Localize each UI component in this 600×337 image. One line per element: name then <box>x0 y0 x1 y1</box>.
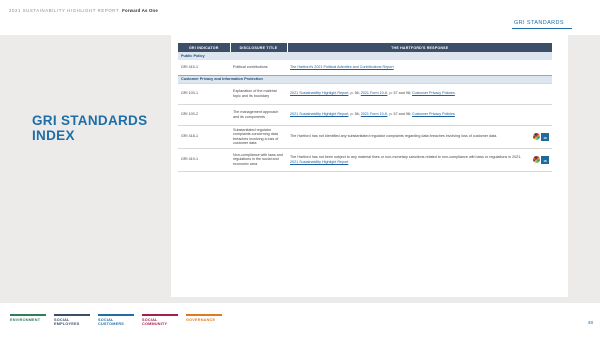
response-cell: The Hartford has not been subject to any… <box>287 148 552 172</box>
group-row-customer-privacy: Customer Privacy and Information Protect… <box>178 75 552 84</box>
nav-environment[interactable]: ENVIRONMENT <box>10 314 46 327</box>
column-header: DISCLOSURE TITLE <box>230 43 288 52</box>
response-text: The Hartford has not been subject to any… <box>290 155 522 159</box>
sdg-badges: 16 <box>533 155 549 164</box>
indicator-cell: GRI 103-1 <box>178 83 230 105</box>
response-text: , p. 57 and 98; <box>387 91 412 96</box>
footer-section-nav: ENVIRONMENT SOCIAL EMPLOYEES SOCIAL CUST… <box>10 314 222 327</box>
response-link[interactable]: 2021 Sustainability Highlight Report <box>290 91 348 95</box>
indicator-cell: GRI 415-1 <box>178 60 230 76</box>
nav-color-bar <box>186 314 222 316</box>
response-link[interactable]: The Hartford's 2021 Political Activities… <box>290 65 394 69</box>
nav-color-bar <box>98 314 134 316</box>
table-row: GRI 103-1 Explanation of the material to… <box>178 83 552 105</box>
page-title-line2: INDEX <box>32 128 75 143</box>
response-link[interactable]: Customer Privacy Policies <box>412 112 455 116</box>
table-row: GRI 415-1 Political contributions The Ha… <box>178 60 552 76</box>
group-row-public-policy: Public Policy <box>178 52 552 60</box>
nav-color-bar <box>10 314 46 316</box>
title-cell: Non-compliance with laws and regulations… <box>230 148 287 172</box>
sdg-wheel-icon <box>533 156 540 163</box>
response-cell: The Hartford's 2021 Political Activities… <box>287 60 552 76</box>
sdg-16-icon: 16 <box>541 132 549 141</box>
page-number: 48 <box>587 321 593 326</box>
title-cell: Explanation of the material topic and it… <box>230 83 287 105</box>
column-header: THE HARTFORD'S RESPONSE <box>287 43 552 52</box>
nav-social-community[interactable]: SOCIAL COMMUNITY <box>142 314 178 327</box>
group-label: Customer Privacy and Information Protect… <box>178 75 552 84</box>
nav-label-line2: COMMUNITY <box>142 322 168 327</box>
response-link[interactable]: 2021 Form 10-K <box>361 112 388 116</box>
response-link[interactable]: Customer Privacy Policies <box>412 91 455 95</box>
table-row: GRI 418-1 Substantiated regulator compla… <box>178 125 552 149</box>
nav-social-employees[interactable]: SOCIAL EMPLOYEES <box>54 314 90 327</box>
response-cell: 2021 Sustainability Highlight Report, p.… <box>287 83 552 105</box>
nav-social-customers[interactable]: SOCIAL CUSTOMERS <box>98 314 134 327</box>
nav-color-bar <box>142 314 178 316</box>
response-link[interactable]: 2021 Form 10-K <box>361 91 388 95</box>
page-title-line1: GRI STANDARDS <box>32 113 148 128</box>
report-title: 2021 SUSTAINABILITY HIGHLIGHT REPORT <box>9 8 120 13</box>
nav-label: GOVERNANCE <box>186 318 216 322</box>
nav-label-line2: CUSTOMERS <box>98 322 124 327</box>
report-subtitle: Forward As One <box>122 8 158 13</box>
page-title: GRI STANDARDS INDEX <box>32 113 147 143</box>
report-header: 2021 SUSTAINABILITY HIGHLIGHT REPORT Forw… <box>9 8 158 13</box>
response-link[interactable]: 2021 Sustainability Highlight Report <box>290 160 348 164</box>
nav-color-bar <box>54 314 90 316</box>
response-link[interactable]: 2021 Sustainability Highlight Report <box>290 112 348 116</box>
title-cell: Political contributions <box>230 60 287 76</box>
table-row: GRI 419-1 Non-compliance with laws and r… <box>178 148 552 172</box>
title-cell: The management approach and its componen… <box>230 104 287 126</box>
gri-index-table: GRI INDICATOR DISCLOSURE TITLE THE HARTF… <box>178 43 552 172</box>
section-tag-rule <box>512 28 572 29</box>
table-row: GRI 103-2 The management approach and it… <box>178 104 552 126</box>
group-label: Public Policy <box>178 52 552 60</box>
sdg-16-icon: 16 <box>541 155 549 164</box>
indicator-cell: GRI 103-2 <box>178 104 230 126</box>
nav-label-line2: EMPLOYEES <box>54 322 80 327</box>
response-cell: The Hartford has not identified any subs… <box>287 125 552 149</box>
section-tag: GRI STANDARDS <box>513 20 564 26</box>
response-text: , p. 56; <box>348 91 361 96</box>
column-header: GRI INDICATOR <box>178 43 231 52</box>
table-header-row: GRI INDICATOR DISCLOSURE TITLE THE HARTF… <box>178 43 552 52</box>
nav-governance[interactable]: GOVERNANCE <box>186 314 222 327</box>
indicator-cell: GRI 418-1 <box>178 125 230 149</box>
response-cell: 2021 Sustainability Highlight Report, p.… <box>287 104 552 126</box>
indicator-cell: GRI 419-1 <box>178 148 230 172</box>
title-cell: Substantiated regulator complaints conce… <box>230 125 287 149</box>
sdg-badges: 16 <box>533 132 549 141</box>
response-text: , p. 57 and 98; <box>387 112 412 117</box>
response-text: , p. 56; <box>348 112 361 117</box>
response-text: The Hartford has not identified any subs… <box>290 134 498 139</box>
sdg-wheel-icon <box>533 133 540 140</box>
nav-label: ENVIRONMENT <box>10 318 41 322</box>
